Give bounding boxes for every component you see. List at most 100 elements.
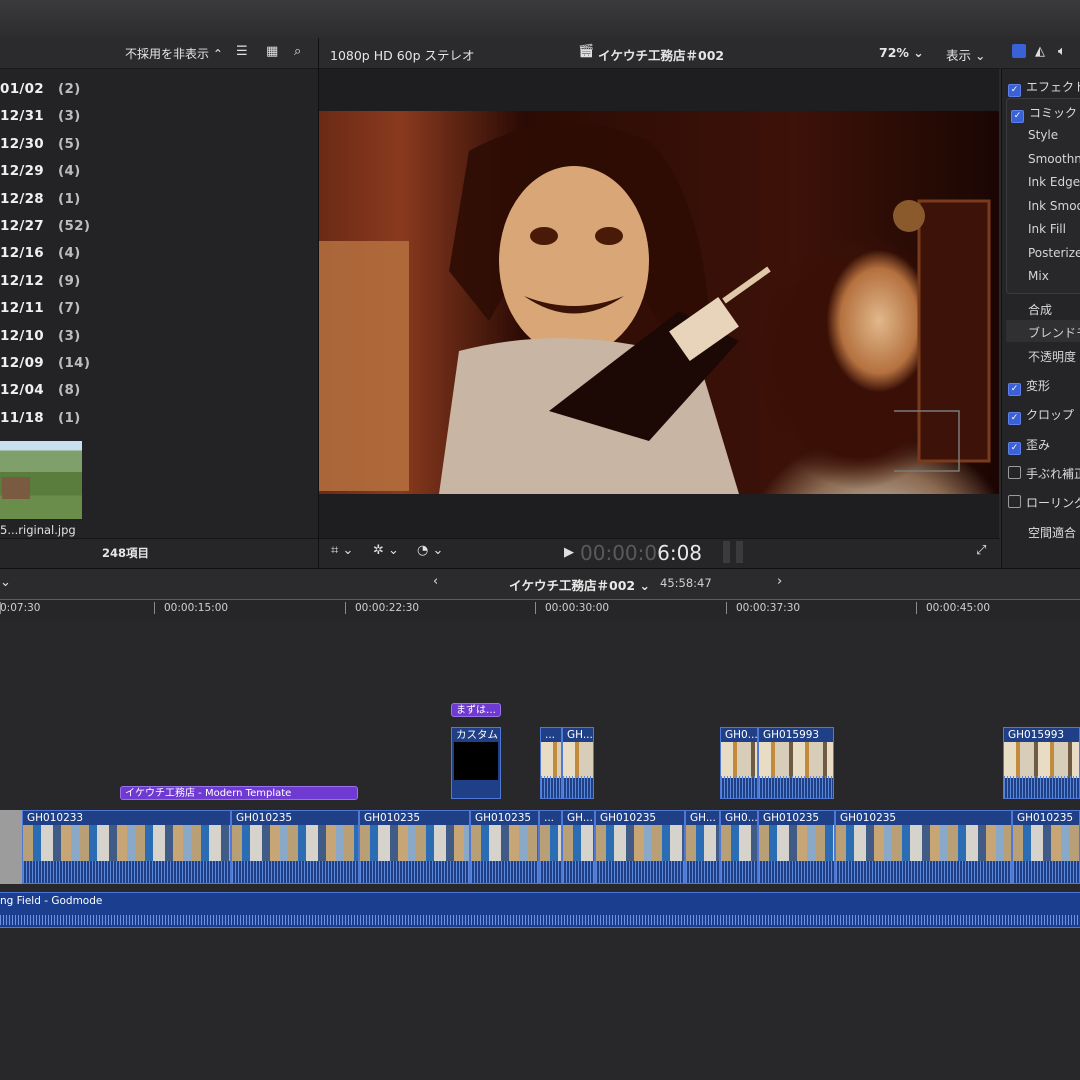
checkbox-icon[interactable]: ✓ [1008,84,1021,97]
date-group-row[interactable]: 12/29 (4) [0,163,81,179]
date-group-row[interactable]: 01/02 (2) [0,81,81,97]
storyline-video-clip[interactable]: GH010235 [595,810,685,884]
template-title-clip[interactable]: イケウチ工務店 - Modern Template [120,786,358,800]
checkbox-icon[interactable]: ✓ [1008,442,1021,455]
storyline-video-clip[interactable]: GH010235 [231,810,359,884]
fullscreen-icon[interactable]: ⤢ [976,543,986,558]
clip-filmstrip [23,825,230,861]
blend-mode-label: ブレンドモ [1028,326,1080,340]
clip-name: ... [545,729,556,741]
checkbox-icon[interactable]: ✓ [1008,412,1021,425]
video-frame[interactable] [319,111,999,494]
timeline-duration: 45:58:47 [660,576,712,590]
date-group-row[interactable]: 11/18 (1) [0,410,81,426]
enhance-wand-icon[interactable]: ✲ ⌄ [373,543,399,558]
retime-speed-icon[interactable]: ◔ ⌄ [417,543,443,558]
effect-param-label[interactable]: Ink Smoot [1028,199,1080,213]
distort-row[interactable]: ✓ 歪み [1008,436,1050,455]
hide-rejected-filter[interactable]: 不採用を非表示 ⌃ [125,45,223,62]
storyline-video-clip[interactable]: GH010235 [835,810,1012,884]
storyline-start-handle[interactable] [0,810,22,884]
play-icon[interactable]: ▶ [564,545,574,560]
clip-waveform [541,776,561,798]
storyline-video-clip[interactable]: GH010235 [1012,810,1080,884]
timeline-ruler[interactable] [0,599,1080,620]
date-count: (8) [58,382,81,399]
clip-filmstrip [541,742,561,778]
date-label: 12/11 [0,300,45,317]
storyline-video-clip[interactable]: ... [539,810,562,884]
storyline-video-clip[interactable]: GH... [685,810,720,884]
date-group-row[interactable]: 12/30 (5) [0,136,81,152]
storyline-video-clip[interactable]: GH010233 [22,810,231,884]
connected-video-clip[interactable]: GH0... [720,727,758,799]
color-inspector-icon[interactable]: ◭ [1035,44,1045,59]
effect-param-label[interactable]: Smoothne [1028,152,1080,166]
custom-clip[interactable]: カスタム [451,727,501,799]
rolling-shutter-row[interactable]: ローリング [1008,494,1080,511]
date-count: (4) [58,245,81,262]
checkbox-icon[interactable]: ✓ [1008,383,1021,396]
timeline-project-menu[interactable]: イケウチ工務店＃002 ⌄ [509,575,650,594]
date-group-row[interactable]: 12/27 (52) [0,218,90,234]
effect-param-label[interactable]: Ink Edges [1028,175,1080,189]
effect-param-label[interactable]: Posterize [1028,246,1080,260]
connected-video-clip[interactable]: GH... [562,727,594,799]
music-clip[interactable] [0,892,1080,928]
video-inspector-icon[interactable] [1012,44,1026,58]
connected-video-clip[interactable]: GH015993 [758,727,834,799]
clip-name: カスタム [456,729,498,741]
date-count: (3) [58,108,81,125]
ruler-timecode: 0:07:30 [0,602,41,614]
audio-inspector-icon[interactable]: 🔈︎ [1058,44,1066,59]
storyline-video-clip[interactable]: GH010235 [359,810,470,884]
transform-row[interactable]: ✓ 変形 [1008,377,1050,396]
crop-row[interactable]: ✓ クロップ [1008,406,1074,425]
date-group-row[interactable]: 12/09 (14) [0,355,90,371]
storyline-video-clip[interactable]: GH010235 [758,810,835,884]
clip-name: GH0... [725,729,757,741]
clip-filmstrip [360,825,469,861]
date-count: (52) [58,218,91,234]
chevron-down-icon[interactable]: ⌄ [0,575,11,590]
history-forward-icon[interactable]: › [777,574,782,589]
date-count: (4) [58,163,81,180]
date-label: 12/16 [0,245,45,262]
storyline-video-clip[interactable]: GH0... [720,810,758,884]
list-view-icon[interactable]: ☰ [236,44,248,59]
stabilize-row[interactable]: 手ぶれ補正 [1008,465,1080,482]
effects-checkbox-row[interactable]: ✓エフェクト [1008,78,1080,97]
date-group-row[interactable]: 12/12 (9) [0,273,81,289]
date-group-row[interactable]: 12/11 (7) [0,300,81,316]
view-menu[interactable]: 表示 ⌄ [946,45,985,64]
date-count: (7) [58,300,81,317]
clip-thumbnail[interactable] [0,441,82,519]
crop-tool-icon[interactable]: ⌗ ⌄ [331,543,353,558]
storyline-video-clip[interactable]: GH... [562,810,595,884]
date-label: 12/29 [0,163,45,180]
history-back-icon[interactable]: ‹ [433,574,438,589]
date-group-row[interactable]: 12/04 (8) [0,382,81,398]
filmstrip-icon[interactable]: ▦ [266,44,278,59]
checkbox-icon[interactable]: ✓ [1011,110,1024,123]
date-group-row[interactable]: 12/16 (4) [0,245,81,261]
connected-video-clip[interactable]: GH015993 [1003,727,1080,799]
zoom-menu[interactable]: 72% ⌄ [879,45,924,60]
effect-param-label[interactable]: Mix [1028,269,1049,283]
storyline-video-clip[interactable]: GH010235 [470,810,539,884]
date-group-row[interactable]: 12/31 (3) [0,108,81,124]
date-group-row[interactable]: 12/28 (1) [0,191,81,207]
effect-param-label[interactable]: Style [1028,128,1058,142]
ruler-timecode: 00:00:30:00 [545,602,610,614]
checkbox-icon[interactable] [1008,495,1021,508]
comic-effect-row[interactable]: ✓ コミック ( [1011,104,1080,123]
date-group-row[interactable]: 12/10 (3) [0,328,81,344]
effect-param-label[interactable]: Ink Fill [1028,222,1066,236]
date-count: (2) [58,81,81,97]
search-icon[interactable]: ⌕ [294,44,301,59]
title-clip[interactable]: まずは… [451,703,501,717]
checkbox-icon[interactable] [1008,466,1021,479]
date-label: 12/30 [0,135,45,152]
clip-filmstrip [721,825,757,861]
connected-video-clip[interactable]: ... [540,727,562,799]
